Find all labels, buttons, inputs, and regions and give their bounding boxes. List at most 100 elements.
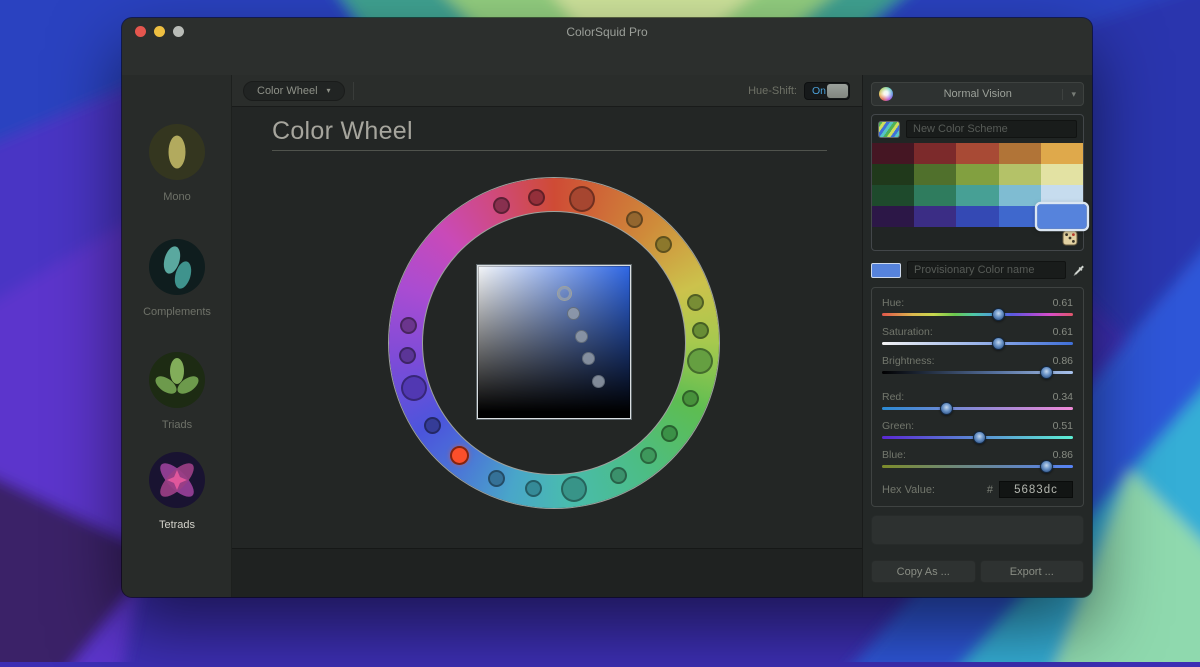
color-wheel[interactable] bbox=[389, 178, 719, 508]
sb-trail-dot[interactable] bbox=[567, 307, 580, 320]
sidebar-item-complements[interactable]: Complements bbox=[122, 239, 232, 318]
hex-value-label: Hex Value: bbox=[882, 484, 935, 496]
palette-cell[interactable] bbox=[999, 185, 1041, 206]
palette-cell[interactable] bbox=[956, 206, 998, 227]
color-name-row bbox=[871, 261, 1084, 279]
hue-dot[interactable] bbox=[488, 470, 505, 487]
palette-cell[interactable] bbox=[956, 164, 998, 185]
palette-cell[interactable] bbox=[956, 143, 998, 164]
slider-label: Saturation: bbox=[882, 326, 933, 338]
app-window: ColorSquid Pro Mono Complements bbox=[122, 18, 1092, 597]
eyedropper-icon[interactable] bbox=[1072, 262, 1084, 279]
slider-knob[interactable] bbox=[992, 308, 1005, 321]
copy-as-button[interactable]: Copy As ... bbox=[871, 560, 976, 583]
palette-cell[interactable] bbox=[914, 206, 956, 227]
slider-knob[interactable] bbox=[940, 402, 953, 415]
slider-hue: Hue:0.61 bbox=[882, 297, 1073, 316]
palette-cell[interactable] bbox=[999, 206, 1041, 227]
sidebar-item-triads[interactable]: Triads bbox=[122, 352, 232, 431]
slider-saturation: Saturation:0.61 bbox=[882, 326, 1073, 345]
sidebar-item-label: Triads bbox=[122, 419, 232, 431]
mono-icon bbox=[149, 124, 205, 180]
hue-dot[interactable] bbox=[610, 467, 627, 484]
palette-cell[interactable] bbox=[872, 206, 914, 227]
export-button[interactable]: Export ... bbox=[980, 560, 1085, 583]
hue-dot[interactable] bbox=[687, 294, 704, 311]
main-area: Color Wheel ▾ Hue-Shift: On Color Wheel bbox=[232, 75, 862, 597]
slider-knob[interactable] bbox=[1040, 460, 1053, 473]
sidebar-item-tetrads[interactable]: Tetrads bbox=[122, 452, 232, 531]
slider-blue: Blue:0.86 bbox=[882, 449, 1073, 468]
palette-cell[interactable] bbox=[1037, 204, 1087, 229]
sb-trail-dot[interactable] bbox=[575, 330, 588, 343]
hue-dot[interactable] bbox=[640, 447, 657, 464]
slider-track[interactable] bbox=[882, 407, 1073, 410]
palette-cell[interactable] bbox=[1041, 143, 1083, 164]
hue-dot[interactable] bbox=[682, 390, 699, 407]
slider-track[interactable] bbox=[882, 436, 1073, 439]
selected-hue-dot[interactable] bbox=[450, 446, 469, 465]
slider-label: Green: bbox=[882, 420, 914, 432]
sidebar-item-label: Tetrads bbox=[122, 519, 232, 531]
palette-cell[interactable] bbox=[1041, 164, 1083, 185]
chevron-down-icon: ▾ bbox=[1062, 89, 1076, 100]
hue-dot[interactable] bbox=[569, 186, 595, 212]
hue-shift-toggle[interactable]: On bbox=[804, 82, 850, 100]
page-title: Color Wheel bbox=[272, 117, 413, 146]
palette-cell[interactable] bbox=[914, 143, 956, 164]
hue-shift-state: On bbox=[812, 85, 826, 97]
slider-track[interactable] bbox=[882, 313, 1073, 316]
palette-cell[interactable] bbox=[914, 185, 956, 206]
slider-knob[interactable] bbox=[1040, 366, 1053, 379]
scheme-sidebar: Mono Complements Triads bbox=[122, 75, 232, 597]
notes-box bbox=[871, 515, 1084, 545]
hue-dot[interactable] bbox=[561, 476, 587, 502]
palette-cell[interactable] bbox=[1041, 185, 1083, 206]
palette-cell[interactable] bbox=[872, 164, 914, 185]
vision-mode-dropdown[interactable]: Normal Vision ▾ bbox=[871, 82, 1084, 106]
slider-value: 0.86 bbox=[1053, 355, 1073, 367]
randomize-dice-icon[interactable] bbox=[1062, 230, 1078, 246]
palette-cell[interactable] bbox=[914, 164, 956, 185]
hue-dot[interactable] bbox=[692, 322, 709, 339]
scheme-card bbox=[871, 114, 1084, 251]
view-selector-dropdown[interactable]: Color Wheel ▾ bbox=[243, 81, 345, 101]
slider-value: 0.34 bbox=[1053, 391, 1073, 403]
hex-value-row: Hex Value: # bbox=[882, 481, 1073, 498]
slider-track[interactable] bbox=[882, 371, 1073, 374]
color-name-input[interactable] bbox=[907, 261, 1066, 279]
hue-dot[interactable] bbox=[400, 317, 417, 334]
hue-dot[interactable] bbox=[687, 348, 713, 374]
hue-dot[interactable] bbox=[525, 480, 542, 497]
title-bar[interactable]: ColorSquid Pro bbox=[122, 18, 1092, 75]
hex-value-input[interactable] bbox=[999, 481, 1073, 498]
slider-track[interactable] bbox=[882, 342, 1073, 345]
palette-cell[interactable] bbox=[956, 185, 998, 206]
sidebar-item-mono[interactable]: Mono bbox=[122, 124, 232, 203]
slider-knob[interactable] bbox=[973, 431, 986, 444]
hue-dot[interactable] bbox=[493, 197, 510, 214]
sb-cursor-dot[interactable] bbox=[558, 287, 571, 300]
toolbar-divider bbox=[353, 82, 354, 100]
slider-green: Green:0.51 bbox=[882, 420, 1073, 439]
palette-grid bbox=[872, 143, 1083, 227]
palette-cell[interactable] bbox=[999, 164, 1041, 185]
toggle-knob[interactable] bbox=[827, 84, 848, 98]
scheme-name-input[interactable] bbox=[906, 120, 1077, 138]
vision-mode-label: Normal Vision bbox=[893, 88, 1062, 100]
sb-trail-dot[interactable] bbox=[582, 352, 595, 365]
palette-cell[interactable] bbox=[872, 185, 914, 206]
hue-dot[interactable] bbox=[424, 417, 441, 434]
hue-dot[interactable] bbox=[626, 211, 643, 228]
saturation-brightness-square[interactable] bbox=[477, 265, 631, 419]
hue-dot[interactable] bbox=[655, 236, 672, 253]
palette-cell[interactable] bbox=[999, 143, 1041, 164]
sb-trail-dot[interactable] bbox=[592, 375, 605, 388]
palette-cell[interactable] bbox=[872, 143, 914, 164]
chevron-down-icon: ▾ bbox=[327, 86, 331, 95]
slider-red: Red:0.34 bbox=[882, 391, 1073, 410]
slider-track[interactable] bbox=[882, 465, 1073, 468]
hue-dot[interactable] bbox=[528, 189, 545, 206]
slider-knob[interactable] bbox=[992, 337, 1005, 350]
sliders-card: Hue:0.61Saturation:0.61Brightness:0.86Re… bbox=[871, 287, 1084, 507]
